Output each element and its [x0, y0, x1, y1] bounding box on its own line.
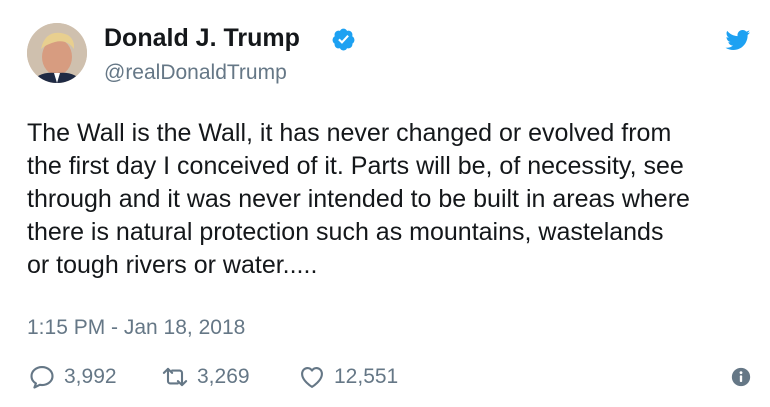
tweet-text-line: there is natural protection such as moun… [27, 218, 664, 246]
like-count: 12,551 [334, 365, 399, 388]
retweet-icon [162, 367, 188, 387]
tweet-text-line: or tough rivers or water..... [27, 251, 318, 279]
like-button[interactable]: 12,551 [298, 362, 398, 392]
author-handle[interactable]: @realDonaldTrump [104, 61, 287, 85]
info-icon[interactable] [731, 367, 751, 387]
tweet-text-line: The Wall is the Wall, it has never chang… [27, 119, 672, 147]
tweet-text: The Wall is the Wall, it has never chang… [27, 117, 762, 282]
tweet-text-line: the first day I conceived of it. Parts w… [27, 152, 684, 180]
avatar[interactable] [27, 23, 87, 83]
reply-button[interactable]: 3,992 [28, 362, 117, 392]
author-name[interactable]: Donald J. Trump [104, 24, 300, 53]
tweet-card: Donald J. Trump @realDonaldTrump The Wal… [0, 0, 770, 407]
verified-badge-icon [332, 28, 355, 51]
reply-icon [30, 366, 54, 389]
tweet-text-line: through and it was never intended to be … [27, 185, 690, 213]
twitter-bird-icon[interactable] [722, 27, 753, 53]
reply-count: 3,992 [64, 365, 117, 388]
retweet-button[interactable]: 3,269 [161, 362, 250, 392]
tweet-timestamp[interactable]: 1:15 PM - Jan 18, 2018 [27, 316, 245, 340]
retweet-count: 3,269 [197, 365, 250, 388]
like-heart-icon [301, 366, 323, 388]
